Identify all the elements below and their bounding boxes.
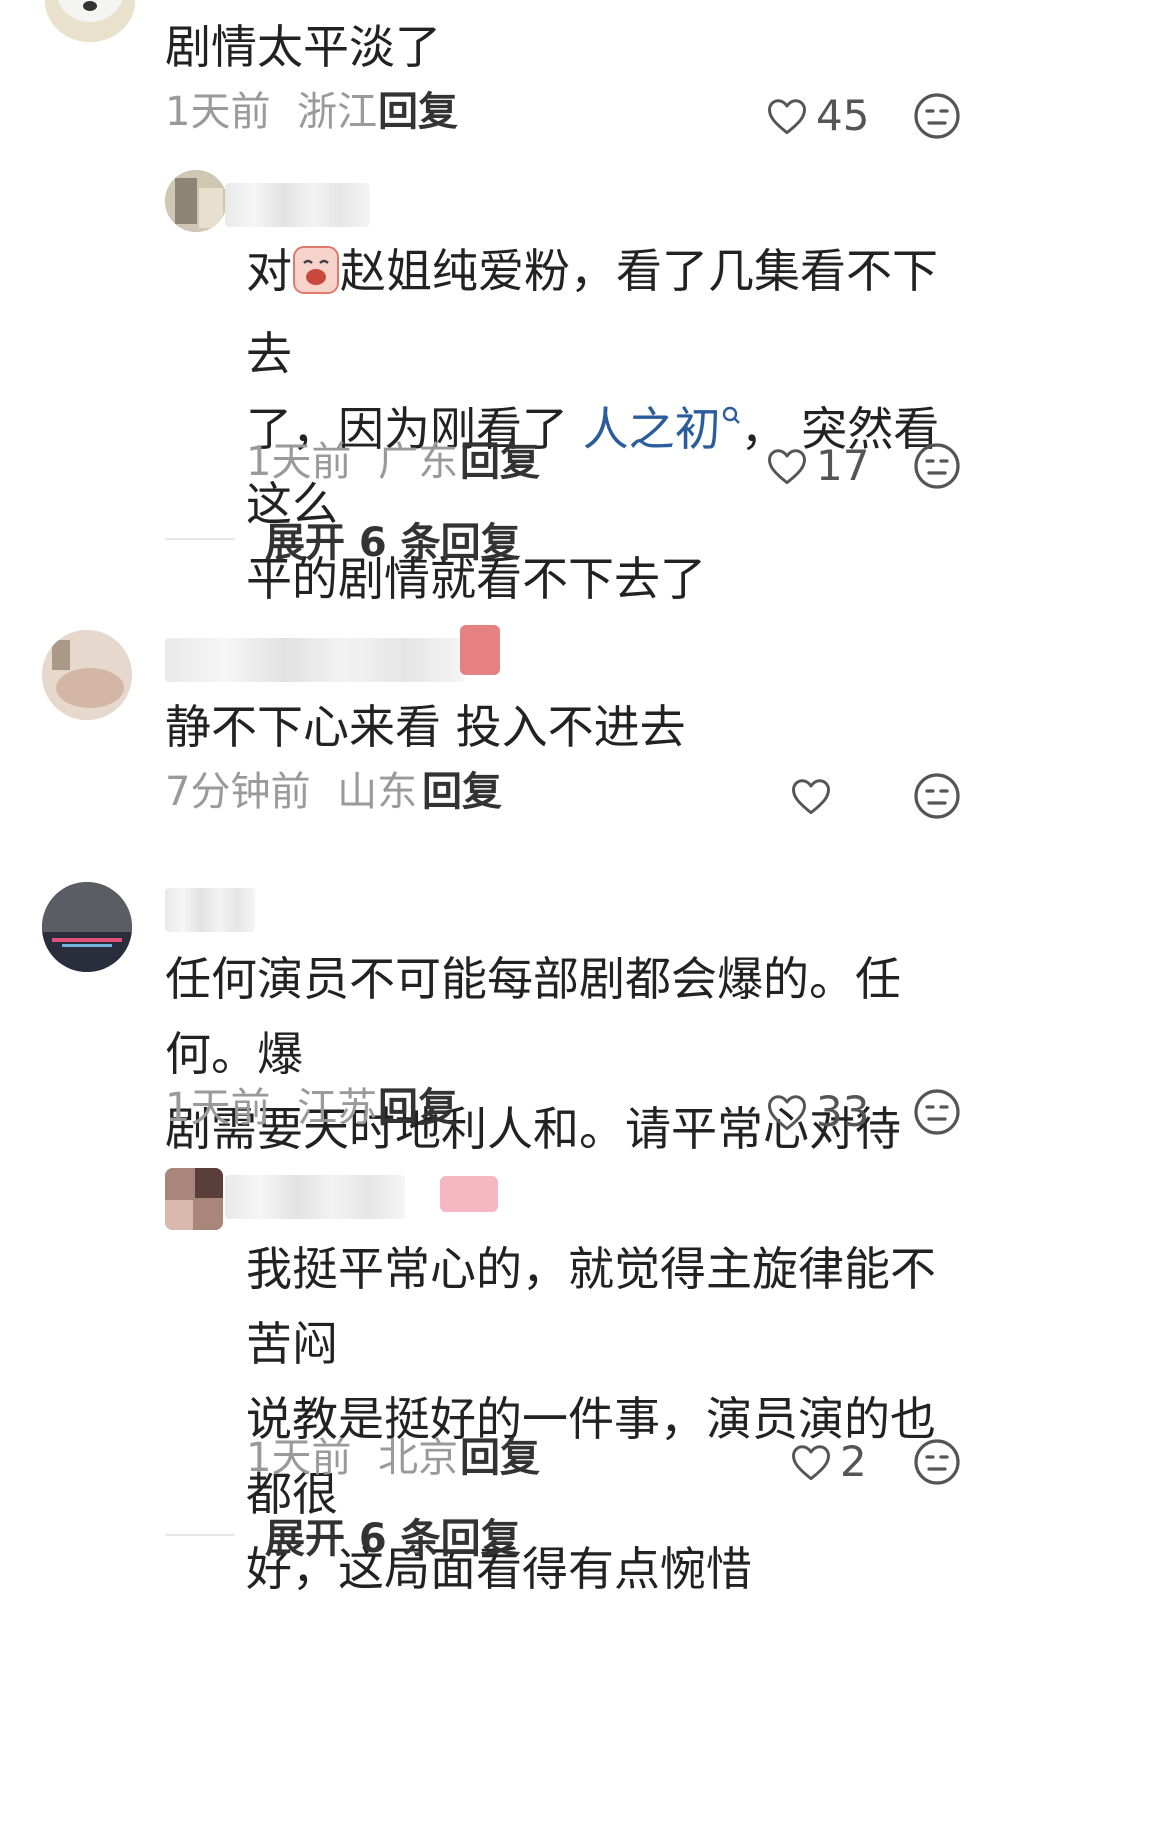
avatar[interactable] [42,630,132,720]
reply-meta: 1天前 北京 [246,1430,458,1486]
expand-replies-button[interactable]: 展开 6 条回复 [165,1506,521,1564]
like-button[interactable]: 17 [766,438,869,494]
reply-time: 1天前 [246,439,352,485]
like-count: 17 [816,441,870,490]
heart-outline-icon [768,449,806,485]
like-button[interactable]: 45 [766,88,869,144]
comment-time: 1天前 [165,89,271,135]
username-redacted[interactable] [165,638,465,682]
username-redacted[interactable] [225,1175,405,1219]
like-count: 2 [840,1437,867,1486]
meh-face-icon[interactable] [913,442,961,490]
comment-meta: 1天前 浙江 [165,84,377,140]
reply-location: 广东 [378,439,459,485]
search-link-icon [722,406,740,424]
heart-outline-icon [792,1445,830,1481]
comment-location: 江苏 [297,1085,378,1131]
comment-location: 山东 [337,769,418,815]
reply-button[interactable]: 回复 [378,84,458,140]
like-button[interactable]: 33 [766,1084,869,1140]
username-redacted[interactable] [225,183,370,227]
reply-meta: 1天前 广东 [246,434,458,490]
comment-time: 7分钟前 [165,769,311,815]
username-redacted[interactable] [165,888,255,932]
badge-redacted [440,1176,498,1212]
expand-replies-label: 展开 6 条回复 [265,1516,521,1562]
avatar[interactable] [165,1168,223,1230]
meh-face-icon[interactable] [913,1438,961,1486]
badge-redacted [460,625,500,675]
reply-button[interactable]: 回复 [378,1080,458,1136]
comment-time: 1天前 [165,1085,271,1131]
reply-time: 1天前 [246,1435,352,1481]
heart-outline-icon [768,1095,806,1131]
crying-face-emoji-icon [292,242,340,317]
reply-button[interactable]: 回复 [460,434,540,490]
heart-outline-icon [792,779,830,815]
heart-outline-icon [768,99,806,135]
reply-button[interactable]: 回复 [422,764,502,820]
like-count: 45 [816,91,870,140]
comment-text: 静不下心来看 投入不进去 [165,700,686,754]
expand-replies-button[interactable]: 展开 6 条回复 [165,510,521,568]
like-button[interactable] [790,768,840,824]
like-count: 33 [816,1087,870,1136]
avatar[interactable] [42,882,132,972]
search-link[interactable]: 人之初 [583,402,741,456]
like-button[interactable]: 2 [790,1434,867,1490]
comment-meta: 7分钟前 山东 [165,764,417,820]
expand-replies-label: 展开 6 条回复 [265,520,521,566]
avatar[interactable] [45,0,135,42]
meh-face-icon[interactable] [913,772,961,820]
comment-meta: 1天前 江苏 [165,1080,377,1136]
divider [165,1534,235,1536]
reply-location: 北京 [378,1435,459,1481]
avatar[interactable] [165,170,227,232]
meh-face-icon[interactable] [913,1088,961,1136]
divider [165,538,235,540]
comment-location: 浙江 [297,89,378,135]
meh-face-icon[interactable] [913,92,961,140]
comment-text: 剧情太平淡了 [165,20,441,74]
reply-button[interactable]: 回复 [460,1430,540,1486]
